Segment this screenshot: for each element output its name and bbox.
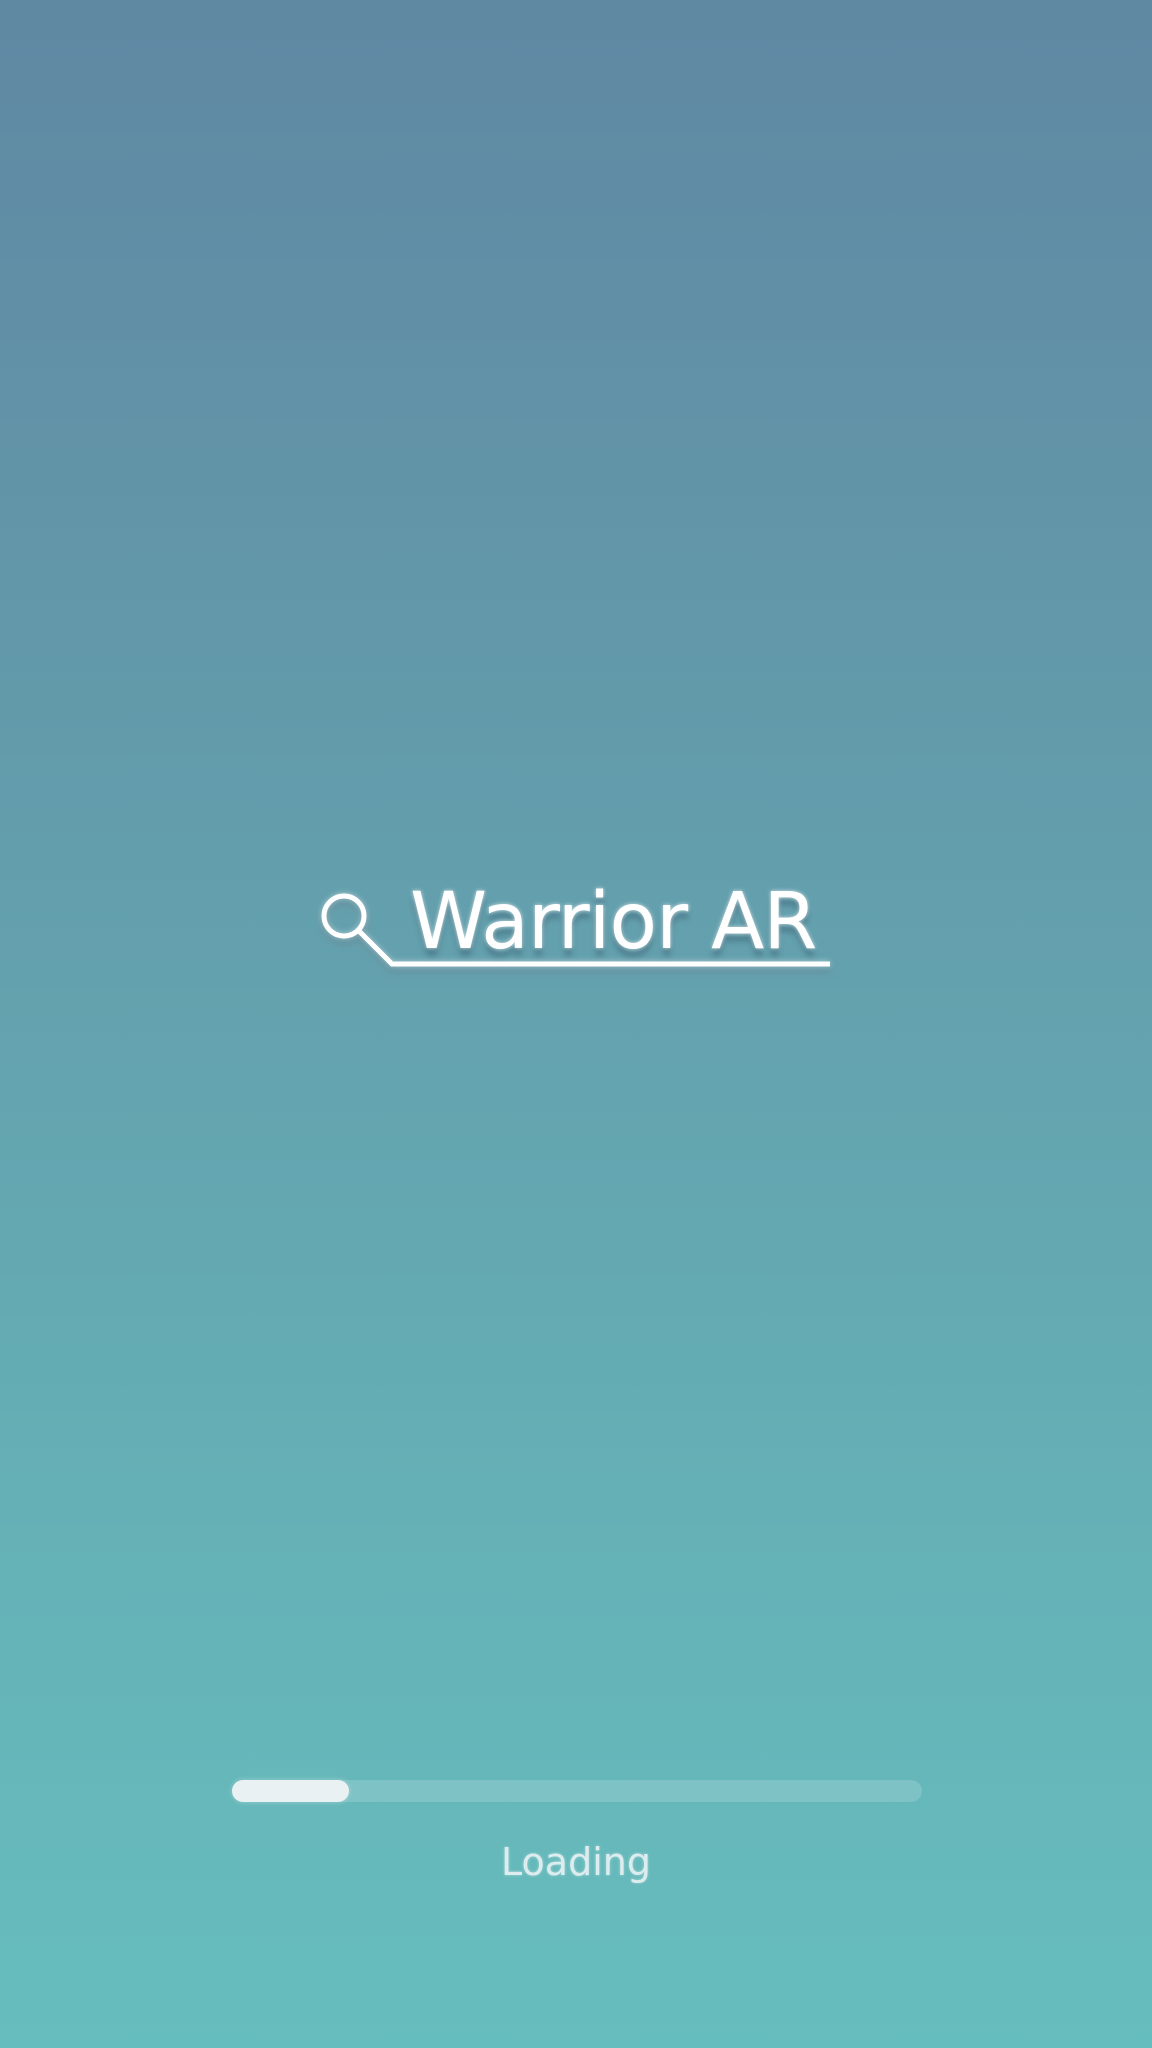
app-title: Warrior AR: [410, 877, 818, 967]
loading-label: Loading: [501, 1840, 651, 1884]
loading-progress-bar: [232, 1780, 922, 1802]
splash-screen: Warrior AR Loading: [0, 0, 1152, 2048]
loading-progress-fill: [232, 1780, 350, 1802]
app-logo: Warrior AR: [318, 878, 834, 974]
